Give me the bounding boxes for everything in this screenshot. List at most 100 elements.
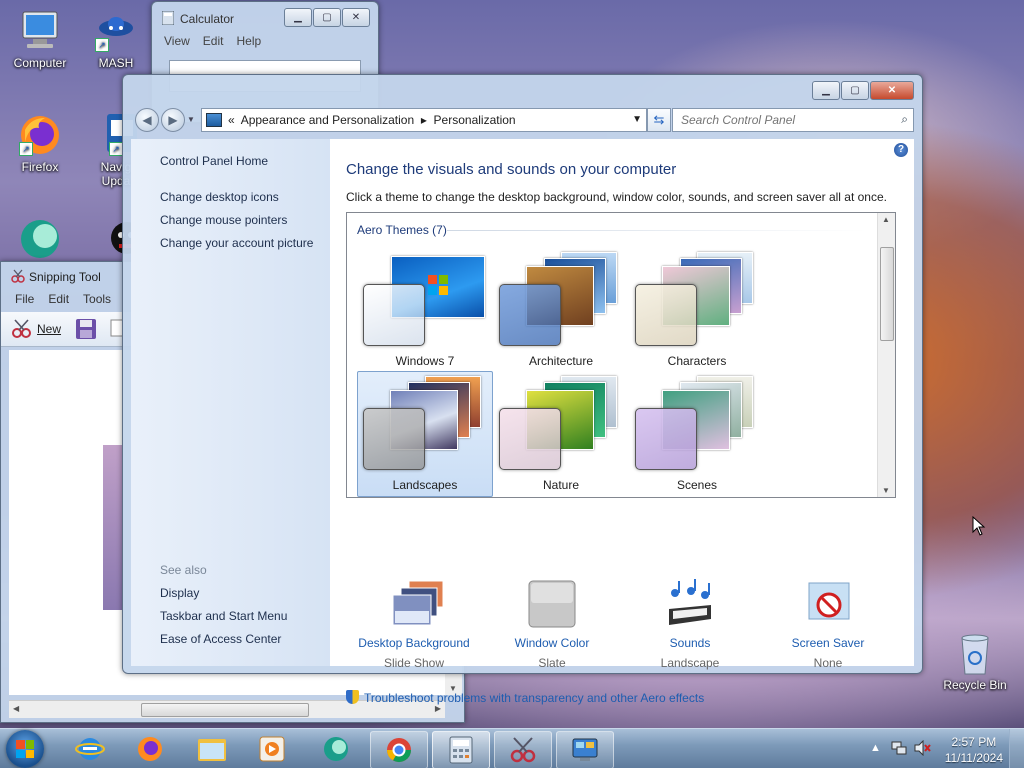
desktop-icon-computer[interactable]: Computer bbox=[0, 8, 80, 70]
control-panel-icon bbox=[572, 738, 598, 761]
theme-scenes[interactable]: Scenes bbox=[629, 371, 765, 497]
control-panel-home-link[interactable]: Control Panel Home bbox=[160, 154, 268, 168]
option-label: Desktop Background bbox=[358, 636, 470, 650]
taskbar-snipping-tool[interactable] bbox=[494, 731, 552, 768]
breadcrumb: « Appearance and Personalization ▸ Perso… bbox=[228, 109, 516, 131]
taskbar-chrome[interactable] bbox=[370, 731, 428, 768]
show-desktop-button[interactable] bbox=[1009, 729, 1024, 768]
scroll-right-icon[interactable]: ▶ bbox=[435, 704, 441, 713]
window-color-icon bbox=[527, 579, 577, 629]
theme-characters[interactable]: Characters bbox=[629, 247, 765, 373]
menu-edit[interactable]: Edit bbox=[48, 292, 69, 306]
change-desktop-icons-link[interactable]: Change desktop icons bbox=[160, 190, 279, 204]
shortcut-arrow-icon: ↗ bbox=[95, 38, 109, 52]
option-value: Slide Show bbox=[383, 656, 445, 670]
ease-of-access-link[interactable]: Ease of Access Center bbox=[160, 632, 281, 646]
address-bar[interactable]: « Appearance and Personalization ▸ Perso… bbox=[201, 108, 647, 132]
breadcrumb-overflow[interactable]: « bbox=[228, 113, 235, 127]
search-input[interactable] bbox=[679, 109, 893, 131]
theme-components: Desktop Background Slide Show Window Col… bbox=[346, 579, 906, 679]
menu-file[interactable]: File bbox=[15, 292, 34, 306]
display-link[interactable]: Display bbox=[160, 586, 199, 600]
taskbar-start-menu-link[interactable]: Taskbar and Start Menu bbox=[160, 609, 287, 623]
see-also-heading: See also bbox=[160, 563, 207, 577]
theme-nature[interactable]: Nature bbox=[493, 371, 629, 497]
minimize-button[interactable]: ▁ bbox=[812, 81, 840, 100]
new-snip-button[interactable]: New bbox=[11, 318, 61, 340]
option-label: Window Color bbox=[514, 636, 590, 650]
minimize-button[interactable]: ▁ bbox=[284, 8, 312, 27]
desktop-icon-recycle-bin[interactable]: Recycle Bin bbox=[935, 630, 1015, 692]
desktop-icon-mash[interactable]: ↗ MASH bbox=[76, 8, 156, 70]
scroll-down-icon[interactable]: ▼ bbox=[882, 486, 890, 495]
main-content: ? Change the visuals and sounds on your … bbox=[330, 139, 914, 705]
breadcrumb-appearance[interactable]: Appearance and Personalization bbox=[241, 113, 414, 127]
start-button[interactable] bbox=[6, 730, 44, 768]
option-label: Screen Saver bbox=[791, 636, 865, 650]
menu-edit[interactable]: Edit bbox=[203, 34, 224, 48]
desktop: Computer ↗ MASH ↗ Firefox ↗ Navig Upda R… bbox=[0, 0, 1024, 728]
recent-pages-dropdown-icon[interactable]: ▼ bbox=[187, 115, 195, 124]
taskbar-control-panel[interactable] bbox=[556, 731, 614, 768]
network-icon[interactable] bbox=[891, 740, 907, 756]
menu-tools[interactable]: Tools bbox=[83, 292, 111, 306]
taskbar-media-player[interactable] bbox=[244, 731, 300, 767]
shortcut-arrow-icon: ↗ bbox=[19, 142, 33, 156]
close-button[interactable]: ✕ bbox=[342, 8, 370, 27]
horizontal-scroll-thumb[interactable] bbox=[141, 703, 309, 717]
taskbar-calculator[interactable] bbox=[432, 731, 490, 768]
search-box[interactable]: ⌕ bbox=[672, 108, 914, 132]
breadcrumb-separator-icon[interactable]: ▸ bbox=[421, 113, 427, 127]
back-button[interactable]: ◀ bbox=[135, 108, 159, 132]
snip-image-fragment bbox=[103, 445, 123, 610]
troubleshoot-label: Troubleshoot problems with transparency … bbox=[364, 691, 705, 705]
scroll-thumb[interactable] bbox=[880, 247, 894, 341]
copy-icon[interactable] bbox=[109, 318, 123, 340]
scroll-left-icon[interactable]: ◀ bbox=[13, 704, 19, 713]
refresh-button[interactable]: ⇆ bbox=[647, 108, 671, 132]
taskbar-explorer[interactable] bbox=[184, 731, 240, 767]
theme-list-scrollbar[interactable]: ▲ ▼ bbox=[877, 213, 895, 497]
calculator-icon bbox=[449, 736, 473, 764]
save-icon[interactable] bbox=[75, 318, 97, 340]
help-icon[interactable]: ? bbox=[894, 143, 908, 157]
theme-landscapes[interactable]: Landscapes bbox=[357, 371, 493, 497]
caption-buttons: ▁ ▢ ✕ bbox=[812, 81, 914, 100]
taskbar-firefox[interactable] bbox=[122, 731, 178, 767]
show-hidden-icons-icon[interactable]: ▲ bbox=[870, 742, 881, 754]
desktop-background-option[interactable]: Desktop Background Slide Show bbox=[346, 579, 482, 670]
desktop-icon-teal-app[interactable] bbox=[0, 216, 80, 264]
theme-architecture[interactable]: Architecture bbox=[493, 247, 629, 373]
folder-icon bbox=[198, 739, 226, 761]
desktop-icon-label: MASH bbox=[98, 56, 134, 70]
forward-button[interactable]: ▶ bbox=[161, 108, 185, 132]
group-divider bbox=[447, 230, 867, 231]
sounds-option[interactable]: Sounds Landscape bbox=[622, 579, 758, 670]
scroll-up-icon[interactable]: ▲ bbox=[882, 215, 890, 224]
search-icon[interactable]: ⌕ bbox=[901, 112, 908, 127]
navigation-bar: ◀ ▶ ▼ « Appearance and Personalization ▸… bbox=[131, 107, 914, 133]
volume-muted-icon[interactable] bbox=[914, 740, 932, 756]
theme-label: Architecture bbox=[528, 354, 594, 368]
menu-view[interactable]: View bbox=[164, 34, 190, 48]
menu-help[interactable]: Help bbox=[236, 34, 261, 48]
breadcrumb-personalization[interactable]: Personalization bbox=[434, 113, 516, 127]
maximize-button[interactable]: ▢ bbox=[841, 81, 869, 100]
change-account-picture-link[interactable]: Change your account picture bbox=[160, 236, 313, 250]
control-panel-window[interactable]: ▁ ▢ ✕ ◀ ▶ ▼ « Appearance and Personaliza… bbox=[122, 74, 923, 705]
close-button[interactable]: ✕ bbox=[870, 81, 914, 100]
theme-windows7[interactable]: Windows 7 bbox=[357, 247, 493, 373]
address-dropdown-icon[interactable]: ▼ bbox=[632, 109, 642, 131]
mash-icon: ↗ bbox=[93, 8, 139, 54]
change-mouse-pointers-link[interactable]: Change mouse pointers bbox=[160, 213, 287, 227]
taskbar-internet-explorer[interactable] bbox=[62, 731, 118, 767]
troubleshoot-link[interactable]: Troubleshoot problems with transparency … bbox=[346, 690, 704, 705]
taskbar-teal-app[interactable] bbox=[308, 731, 364, 767]
firefox-icon bbox=[138, 737, 162, 761]
mouse-cursor-icon bbox=[972, 516, 986, 536]
window-color-option[interactable]: Window Color Slate bbox=[484, 579, 620, 670]
maximize-button[interactable]: ▢ bbox=[313, 8, 341, 27]
clock[interactable]: 2:57 PM 11/11/2024 bbox=[945, 734, 1003, 766]
desktop-icon-firefox[interactable]: ↗ Firefox bbox=[0, 112, 80, 174]
screen-saver-option[interactable]: Screen Saver None bbox=[760, 579, 896, 670]
